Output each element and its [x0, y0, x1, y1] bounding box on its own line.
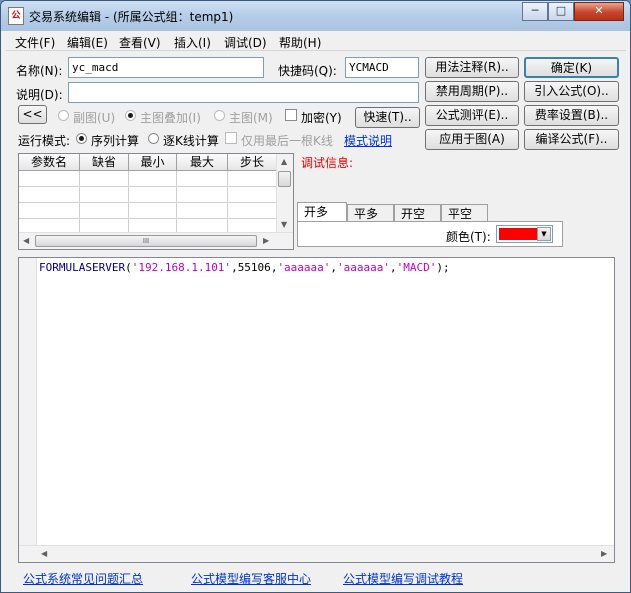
radio-subchart-label: 副图(U)	[73, 111, 116, 125]
param-table-hscroll[interactable]: ◀ III ▶	[19, 232, 293, 249]
color-picker[interactable]: ▼	[496, 225, 553, 243]
dropdown-arrow-icon[interactable]: ▼	[537, 227, 551, 241]
code-editor[interactable]: FORMULASERVER('192.168.1.101',55106,'aaa…	[18, 257, 615, 563]
col-default[interactable]: 缺省	[80, 154, 129, 171]
title-bar[interactable]: 公 交易系统编辑 - (所属公式组：temp1) ─ □ ✕	[1, 1, 630, 31]
usage-notes-button[interactable]: 用法注释(R)..	[425, 57, 519, 78]
param-table[interactable]: 参数名 缺省 最小 最大 步长 ▲ ▼ ◀ III ▶	[18, 153, 294, 250]
param-table-body[interactable]	[19, 171, 277, 233]
confirm-button[interactable]: 确定(K)	[524, 57, 619, 78]
code-function: FORMULASERVER	[39, 261, 126, 274]
radio-bar-mode-label: 逐K线计算	[163, 134, 219, 148]
code-line[interactable]: FORMULASERVER('192.168.1.101',55106,'aaa…	[39, 261, 450, 274]
radio-sequence-mode[interactable]	[76, 133, 87, 144]
col-min[interactable]: 最小	[129, 154, 177, 171]
collapse-button[interactable]: <<	[18, 105, 47, 124]
grid-line	[19, 202, 277, 203]
footer-link-support[interactable]: 公式模型编写客服中心	[191, 570, 311, 587]
code-punct: );	[436, 261, 450, 274]
radio-main-overlay[interactable]	[125, 110, 136, 121]
code-string: 'aaaaaa'	[337, 261, 391, 274]
param-table-vscroll[interactable]: ▲ ▼	[276, 154, 293, 233]
col-step[interactable]: 步长	[228, 154, 277, 171]
grid-line	[79, 171, 80, 233]
maximize-button[interactable]: □	[548, 2, 574, 21]
code-punct: (	[125, 261, 132, 274]
menu-view[interactable]: 查看(V)	[119, 34, 161, 51]
scroll-thumb[interactable]	[278, 171, 291, 187]
code-string: 'MACD'	[396, 261, 437, 274]
name-label: 名称(N):	[16, 64, 63, 78]
radio-main-label: 主图(M)	[229, 111, 273, 125]
encrypt-label: 加密(Y)	[301, 111, 342, 125]
editor-gutter	[19, 258, 37, 546]
description-label: 说明(D):	[16, 88, 63, 102]
scroll-down-icon[interactable]: ▼	[281, 220, 287, 229]
close-button[interactable]: ✕	[574, 2, 624, 21]
code-punct: ,	[390, 261, 397, 274]
name-input[interactable]: yc_macd	[68, 57, 264, 78]
menu-file[interactable]: 文件(F)	[15, 34, 55, 51]
code-string: 'aaaaaa'	[277, 261, 331, 274]
menu-bar: 文件(F) 编辑(E) 查看(V) 插入(I) 调试(D) 帮助(H)	[6, 31, 626, 51]
last-bar-checkbox[interactable]	[225, 132, 237, 144]
menu-insert[interactable]: 插入(I)	[174, 34, 211, 51]
apply-to-chart-button[interactable]: 应用于图(A)	[425, 129, 519, 150]
grid-line	[128, 171, 129, 233]
radio-bar-mode[interactable]	[148, 133, 159, 144]
app-icon: 公	[8, 7, 24, 25]
mode-help-link[interactable]: 模式说明	[344, 132, 392, 149]
code-punct: ,	[231, 261, 238, 274]
scroll-left-icon[interactable]: ◀	[41, 549, 47, 558]
description-input[interactable]	[68, 82, 419, 103]
editor-window: 公 交易系统编辑 - (所属公式组：temp1) ─ □ ✕ 文件(F) 编辑(…	[0, 0, 631, 593]
radio-subchart[interactable]	[58, 110, 69, 121]
menu-debug[interactable]: 调试(D)	[224, 34, 267, 51]
menu-edit[interactable]: 编辑(E)	[67, 34, 108, 51]
scroll-up-icon[interactable]: ▲	[281, 157, 287, 166]
formula-test-button[interactable]: 公式测评(E)..	[425, 105, 519, 126]
last-bar-label: 仅用最后一根K线	[241, 134, 333, 148]
debug-info-label: 调试信息:	[301, 156, 354, 170]
radio-sequence-mode-label: 序列计算	[91, 134, 140, 148]
scroll-left-icon[interactable]: ◀	[23, 236, 29, 245]
code-number: 55106	[237, 261, 271, 274]
col-param-name[interactable]: 参数名	[19, 154, 80, 171]
shortcut-input[interactable]: YCMACD	[345, 57, 419, 78]
param-table-header: 参数名 缺省 最小 最大 步长	[19, 154, 277, 171]
disable-period-button[interactable]: 禁用周期(P)..	[425, 81, 519, 102]
shortcut-label: 快捷码(Q):	[278, 64, 337, 78]
import-formula-button[interactable]: 引入公式(O)..	[524, 81, 619, 102]
scroll-thumb-grip-icon[interactable]: III	[35, 235, 257, 247]
color-swatch	[499, 228, 537, 240]
radio-main[interactable]	[214, 110, 225, 121]
run-mode-label: 运行模式:	[18, 134, 71, 148]
editor-hscroll[interactable]: ◀ ▶	[19, 545, 614, 562]
col-max[interactable]: 最大	[177, 154, 228, 171]
grid-line	[19, 218, 277, 219]
compile-formula-button[interactable]: 编译公式(F)..	[524, 129, 619, 150]
footer-link-faq[interactable]: 公式系统常见问题汇总	[23, 570, 143, 587]
fee-setting-button[interactable]: 费率设置(B)..	[524, 105, 619, 126]
color-label: 颜色(T):	[446, 230, 491, 244]
encrypt-checkbox[interactable]	[285, 109, 297, 121]
grid-line	[19, 186, 277, 187]
scroll-right-icon[interactable]: ▶	[601, 549, 607, 558]
radio-main-overlay-label: 主图叠加(I)	[140, 111, 201, 125]
minimize-button[interactable]: ─	[522, 2, 548, 21]
grid-line	[176, 171, 177, 233]
grid-line	[227, 171, 228, 233]
window-title: 交易系统编辑 - (所属公式组：temp1)	[29, 10, 234, 24]
fast-button[interactable]: 快速(T)..	[355, 107, 420, 128]
code-string: '192.168.1.101'	[131, 261, 232, 274]
menu-help[interactable]: 帮助(H)	[279, 34, 321, 51]
footer-link-tutorial[interactable]: 公式模型编写调试教程	[343, 570, 463, 587]
scroll-right-icon[interactable]: ▶	[263, 236, 269, 245]
